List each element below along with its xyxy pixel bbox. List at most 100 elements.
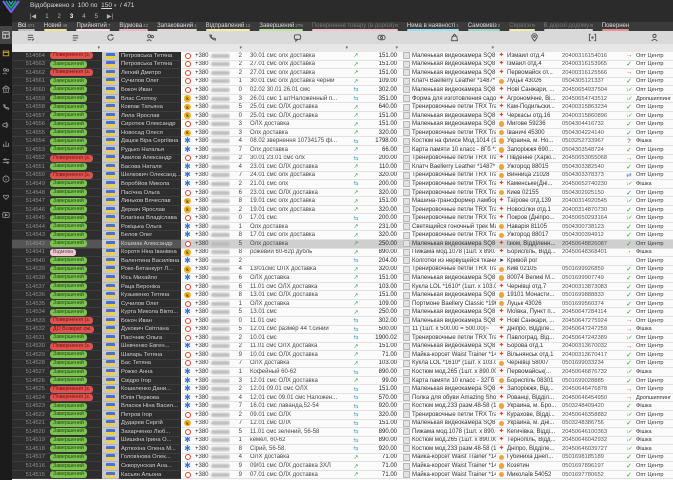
table-row[interactable]: 514547 Завершений Линьков Вячеслав k +380 8 19… xyxy=(12,197,673,206)
table-row[interactable]: 514557 Завершений Лила Ярослав k +380 0 25.01 … xyxy=(12,111,673,121)
table-row[interactable]: 514537 Завершений Раца Вероніка +380 6 11.01 … xyxy=(12,282,673,292)
table-row[interactable]: 514520 Завершений Захарченко Люб... +380 5 11… xyxy=(12,428,673,437)
status-badge[interactable]: Завершений xyxy=(50,231,87,239)
status-badge[interactable]: Завершений xyxy=(50,428,87,436)
status-badge[interactable]: Повернення (з. xyxy=(50,394,94,402)
table-row[interactable]: 514560 Завершений Бокоч Иван +380 0 02.02 30.… xyxy=(12,86,673,95)
table-row[interactable]: 514559 Завершений Влас Слотюу k +380 3 26.01 с… xyxy=(12,94,673,104)
status-badge[interactable]: Завершений xyxy=(50,445,87,453)
sidebar-item-horn-icon[interactable] xyxy=(0,116,12,134)
status-badge[interactable]: Завершений xyxy=(50,274,87,282)
status-badge[interactable]: Завершений xyxy=(50,471,87,479)
status-badge[interactable]: Завершений xyxy=(50,129,87,137)
filter-dropdown-com[interactable]: ▾ xyxy=(244,44,350,52)
table-row[interactable]: 514556 Завершений Сиротюк Олександр +380 3 ОЛ… xyxy=(12,120,673,129)
table-row[interactable]: 514522 Завершений Петров Ігор +380 2 09.01 см… xyxy=(12,410,673,420)
table-row[interactable]: 514521 Завершений Дударев Сергій k +380 7 12.0… xyxy=(12,419,673,429)
status-badge[interactable]: Повернення (з. xyxy=(50,385,94,393)
status-badge[interactable]: Завершений xyxy=(50,453,87,461)
status-badge[interactable]: Завершений xyxy=(50,257,87,265)
status-badge[interactable]: Завершений xyxy=(50,351,87,359)
table-row[interactable]: 514538 Завершений Кісь Михайло ✱ +380 6 ОЛХ до… xyxy=(12,274,673,283)
status-badge[interactable]: Завершений xyxy=(50,419,87,427)
table-row[interactable]: 514551 Завершений Басова Наталя ✱ +380 4 23.01… xyxy=(12,163,673,172)
status-badge[interactable]: Завершений xyxy=(50,462,87,470)
table-row[interactable]: 514540 Завершений Валентина Василівна ✱ +380… xyxy=(12,257,673,266)
sidebar-item-users-icon[interactable] xyxy=(0,62,12,80)
table-row[interactable]: 514548 Завершений Пасічна Ольга +380 6 23.01 … xyxy=(12,188,673,198)
status-badge[interactable]: Завершений xyxy=(50,103,87,111)
table-row[interactable]: 514554 Завершений Дацюк Віра Сергіївна ✱ +38… xyxy=(12,137,673,147)
status-badge[interactable]: Завершений xyxy=(50,300,87,308)
table-row[interactable]: 514527 Завершений Рожко Анна ✱ +380 1 Кофейный… xyxy=(12,368,673,377)
status-badge[interactable]: Повернення (з. xyxy=(50,69,94,77)
page-button[interactable]: 2 xyxy=(58,12,61,22)
table-row[interactable]: 514552 Повернення (з. Авилов Александр +380… xyxy=(12,154,673,164)
filter-dropdown-num[interactable]: ▾ xyxy=(230,44,244,52)
status-badge[interactable]: Завершений xyxy=(50,60,87,68)
sidebar-item-chart-icon[interactable] xyxy=(0,134,12,152)
status-badge[interactable]: Завершений xyxy=(50,163,87,171)
status-badge[interactable]: Завершений xyxy=(50,240,87,248)
status-badge[interactable]: Завершений xyxy=(50,359,87,367)
filter-dropdown-price[interactable]: ▾ xyxy=(362,44,400,52)
table-row[interactable]: 514549 Завершений Воробйов Микола ✱ +380 2 21.… xyxy=(12,180,673,189)
page-button[interactable]: 4 xyxy=(82,12,85,22)
table-row[interactable]: 514542 Завершений Кошмак Александр +380 5 Олх… xyxy=(12,240,673,249)
table-row[interactable]: 514558 Завершений Ковпак Татьяна k +380 5 25.0… xyxy=(12,103,673,112)
status-badge[interactable]: Завершений xyxy=(50,411,87,419)
table-row[interactable]: 514546 Завершений Деркач Ярослав k +380 2 19.0… xyxy=(12,205,673,215)
status-badge[interactable]: Завершений xyxy=(50,77,87,85)
page-button[interactable]: 1 xyxy=(45,12,48,22)
status-badge[interactable]: Завершений xyxy=(50,206,87,214)
status-badge[interactable]: Повернення (з. xyxy=(50,52,94,60)
table-row[interactable]: 514555 Завершений Новосад Олеся k +380 3 Олх д… xyxy=(12,128,673,138)
status-badge[interactable]: Відмова xyxy=(50,248,77,256)
table-row[interactable]: 514563 Завершений Петровська Тетяна +380 2 27… xyxy=(12,60,673,70)
chevron-down-icon[interactable]: ▾ xyxy=(114,3,117,9)
table-row[interactable]: 514561 Завершений Сучилов Олег +380 1 30.01 с… xyxy=(12,77,673,87)
table-row[interactable]: 514529 Завершений Шапарь Тетяна +380 9 10.01 … xyxy=(12,351,673,360)
status-badge[interactable]: Завершений xyxy=(50,223,87,231)
table-row[interactable]: 514536 Завершений Кузьменко Тетяна k +380 8 13… xyxy=(12,291,673,300)
sidebar-item-box-icon[interactable] xyxy=(0,44,12,62)
sidebar-item-phone-icon[interactable] xyxy=(0,98,12,116)
table-row[interactable]: 514517 Завершений Головінова Олек... +380 4 О… xyxy=(12,453,673,463)
table-row[interactable]: 514564 Повернення (з. Петровська Тетяна +38… xyxy=(12,52,673,61)
status-badge[interactable]: Завершений xyxy=(50,291,87,299)
status-badge[interactable]: Завершений xyxy=(50,377,87,385)
table-row[interactable]: 514543 Завершений Белов Олег ✱ +380 8 17.01 см… xyxy=(12,231,673,241)
status-badge[interactable]: Завершений xyxy=(50,283,87,291)
status-badge[interactable]: Завершений xyxy=(50,112,87,120)
table-row[interactable]: 514550 Повернення (з. Шелкович Олександ...… xyxy=(12,171,673,181)
status-badge[interactable]: Повернення (з. xyxy=(50,154,94,162)
table-row[interactable]: 514534 Завершений Курта Микола Вікто... ✱ +3… xyxy=(12,308,673,317)
first-page-button[interactable]: |◀ xyxy=(30,12,36,22)
status-badge[interactable]: Завершений xyxy=(50,214,87,222)
status-badge[interactable]: Повернення (з. xyxy=(50,317,94,325)
status-badge[interactable]: Завершений xyxy=(50,86,87,94)
sidebar-item-heart-icon[interactable] xyxy=(0,188,12,206)
table-row[interactable]: 514518 Завершений Артюхіна Олена М... ✱ +380… xyxy=(12,445,673,454)
page-button[interactable]: 3 xyxy=(70,12,73,22)
table-row[interactable]: 514523 Завершений Власюк Ніна Васил... ✱ +38… xyxy=(12,402,673,411)
status-badge[interactable]: Завершений xyxy=(50,334,87,342)
sidebar-item-play-icon[interactable] xyxy=(0,206,12,224)
table-row[interactable]: 514515 Завершений Касьян Альона +380 9 07.01 … xyxy=(12,470,673,480)
table-row[interactable]: 514526 Завершений Свідро Ігор ✱ +380 3 12.01 с… xyxy=(12,376,673,386)
range-to-dropdown[interactable]: 150 xyxy=(101,2,112,9)
table-row[interactable]: 514545 Завершений Благінна Владіслава +380 0… xyxy=(12,214,673,223)
status-badge[interactable]: Завершений xyxy=(50,308,87,316)
status-badge[interactable]: Завершений xyxy=(50,180,87,188)
table-row[interactable]: 514533 Повернення (з. Бокоч Иван +380 0 11.01… xyxy=(12,316,673,326)
filter-dropdown-st[interactable]: ▾ xyxy=(48,44,102,52)
status-badge[interactable]: Повернення (з. xyxy=(50,171,94,179)
table-row[interactable]: 514532 ДО Возврат ож. Дукович Світлана +380… xyxy=(12,325,673,335)
table-row[interactable]: 514544 Завершений Рокіцька Ольга ✱ +380 1 Олх … xyxy=(12,222,673,232)
app-logo[interactable] xyxy=(1,0,23,14)
last-page-button[interactable]: ▶| xyxy=(107,12,113,22)
status-badge[interactable]: ДО Возврат ож. xyxy=(50,325,95,333)
filter-dropdown-prod[interactable]: ▾ xyxy=(412,44,496,52)
table-row[interactable]: 514516 Завершений Скворунская Ана... ✱ +380 9… xyxy=(12,462,673,471)
table-row[interactable]: 514539 Завершений Роке-Бетанкурт Л... k +380… xyxy=(12,265,673,275)
